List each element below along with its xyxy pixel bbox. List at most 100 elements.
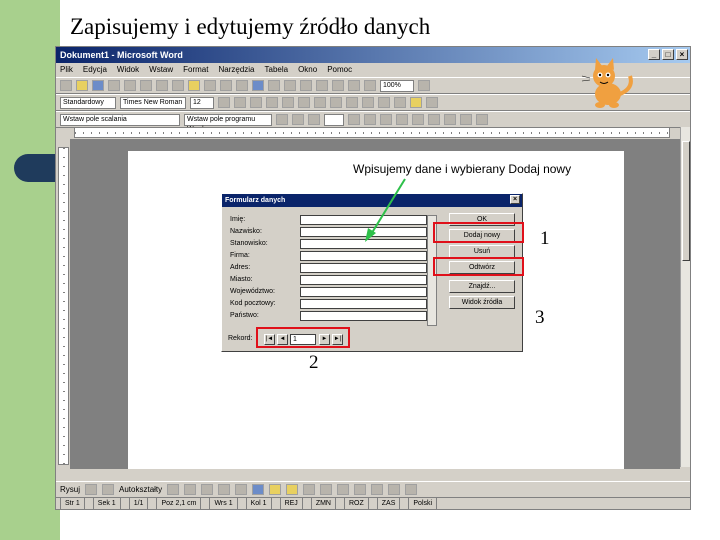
- menu-file[interactable]: Plik: [60, 63, 73, 77]
- select-objects-icon[interactable]: [85, 484, 98, 495]
- address-field[interactable]: [300, 263, 427, 273]
- numbering-icon[interactable]: [330, 97, 342, 108]
- vertical-scrollbar[interactable]: [680, 127, 690, 467]
- align-right-icon[interactable]: [298, 97, 310, 108]
- next-record-icon[interactable]: [348, 114, 360, 125]
- increase-indent-icon[interactable]: [378, 97, 390, 108]
- style-combo[interactable]: Standardowy: [60, 96, 116, 109]
- align-left-icon[interactable]: [266, 97, 278, 108]
- menu-window[interactable]: Okno: [298, 63, 317, 77]
- check-errors-icon[interactable]: [396, 114, 408, 125]
- insert-excel-icon[interactable]: [300, 80, 312, 91]
- redo-icon[interactable]: [236, 80, 248, 91]
- show-hide-icon[interactable]: [364, 80, 376, 91]
- menu-tools[interactable]: Narzędzia: [218, 63, 254, 77]
- format-painter-icon[interactable]: [204, 80, 216, 91]
- autoshapes-menu[interactable]: Autokształty: [119, 485, 162, 494]
- start-merge-icon[interactable]: [444, 114, 456, 125]
- bold-icon[interactable]: [218, 97, 230, 108]
- shadow-icon[interactable]: [388, 484, 401, 495]
- help-icon[interactable]: [418, 80, 430, 91]
- line-color-icon[interactable]: [303, 484, 316, 495]
- hyperlink-icon[interactable]: [252, 80, 264, 91]
- justify-icon[interactable]: [314, 97, 326, 108]
- dash-style-icon[interactable]: [354, 484, 367, 495]
- zoom-combo[interactable]: 100%: [380, 79, 414, 92]
- clipart-icon[interactable]: [269, 484, 282, 495]
- previous-record-icon[interactable]: [308, 114, 320, 125]
- line-icon[interactable]: [167, 484, 180, 495]
- voivodeship-field[interactable]: [300, 287, 427, 297]
- save-icon[interactable]: [92, 80, 104, 91]
- print-preview-icon[interactable]: [124, 80, 136, 91]
- country-field[interactable]: [300, 311, 427, 321]
- close-window-button[interactable]: ×: [676, 49, 688, 60]
- wordart-icon[interactable]: [252, 484, 265, 495]
- arrow-style-icon[interactable]: [371, 484, 384, 495]
- postal-code-field[interactable]: [300, 299, 427, 309]
- open-folder-icon[interactable]: [76, 80, 88, 91]
- insert-table-icon[interactable]: [284, 80, 296, 91]
- city-field[interactable]: [300, 275, 427, 285]
- highlight-icon[interactable]: [410, 97, 422, 108]
- dialog-close-button[interactable]: ×: [510, 195, 520, 204]
- arrow-icon[interactable]: [184, 484, 197, 495]
- last-record-icon[interactable]: [364, 114, 376, 125]
- decrease-indent-icon[interactable]: [362, 97, 374, 108]
- align-center-icon[interactable]: [282, 97, 294, 108]
- new-document-icon[interactable]: [60, 80, 72, 91]
- font-size-combo[interactable]: 12: [190, 96, 214, 109]
- vertical-ruler[interactable]: [58, 147, 69, 465]
- spelling-icon[interactable]: [140, 80, 152, 91]
- merge-to-new-doc-icon[interactable]: [412, 114, 424, 125]
- scrollbar-thumb[interactable]: [682, 141, 690, 261]
- insert-word-field-combo[interactable]: Wstaw pole programu Word: [184, 113, 272, 133]
- horizontal-scrollbar[interactable]: [56, 469, 690, 481]
- drawing-icon[interactable]: [332, 80, 344, 91]
- border-icon[interactable]: [394, 97, 406, 108]
- mail-merge-helper-icon[interactable]: [380, 114, 392, 125]
- print-icon[interactable]: [108, 80, 120, 91]
- paste-icon[interactable]: [188, 80, 200, 91]
- oval-icon[interactable]: [218, 484, 231, 495]
- edit-data-source-icon[interactable]: [476, 114, 488, 125]
- document-map-icon[interactable]: [348, 80, 360, 91]
- view-merged-data-icon[interactable]: [276, 114, 288, 125]
- company-field[interactable]: [300, 251, 427, 261]
- maximize-button[interactable]: □: [662, 49, 674, 60]
- font-color-icon[interactable]: [426, 97, 438, 108]
- find-record-icon[interactable]: [460, 114, 472, 125]
- bullets-icon[interactable]: [346, 97, 358, 108]
- minimize-button[interactable]: _: [648, 49, 660, 60]
- menu-edit[interactable]: Edycja: [83, 63, 107, 77]
- view-source-button[interactable]: Widok źródła: [449, 296, 515, 309]
- underline-icon[interactable]: [250, 97, 262, 108]
- tables-icon[interactable]: [268, 80, 280, 91]
- menu-help[interactable]: Pomoc: [327, 63, 352, 77]
- cut-icon[interactable]: [156, 80, 168, 91]
- draw-menu[interactable]: Rysuj: [60, 485, 80, 494]
- free-rotate-icon[interactable]: [102, 484, 115, 495]
- 3d-icon[interactable]: [405, 484, 418, 495]
- font-color-draw-icon[interactable]: [320, 484, 333, 495]
- find-button[interactable]: Znajdź...: [449, 280, 515, 293]
- italic-icon[interactable]: [234, 97, 246, 108]
- insert-merge-field-combo[interactable]: Wstaw pole scalania: [60, 113, 180, 126]
- menu-view[interactable]: Widok: [117, 63, 139, 77]
- menu-table[interactable]: Tabela: [265, 63, 289, 77]
- menu-insert[interactable]: Wstaw: [149, 63, 173, 77]
- menu-format[interactable]: Format: [183, 63, 208, 77]
- record-go-combo[interactable]: [324, 113, 344, 126]
- copy-icon[interactable]: [172, 80, 184, 91]
- undo-icon[interactable]: [220, 80, 232, 91]
- horizontal-ruler[interactable]: [74, 127, 670, 138]
- text-box-icon[interactable]: [235, 484, 248, 495]
- columns-icon[interactable]: [316, 80, 328, 91]
- merge-to-printer-icon[interactable]: [428, 114, 440, 125]
- rectangle-icon[interactable]: [201, 484, 214, 495]
- line-style-icon[interactable]: [337, 484, 350, 495]
- first-record-icon[interactable]: [292, 114, 304, 125]
- fill-color-icon[interactable]: [286, 484, 299, 495]
- slide-green-strip: [0, 0, 60, 540]
- font-combo[interactable]: Times New Roman: [120, 96, 186, 109]
